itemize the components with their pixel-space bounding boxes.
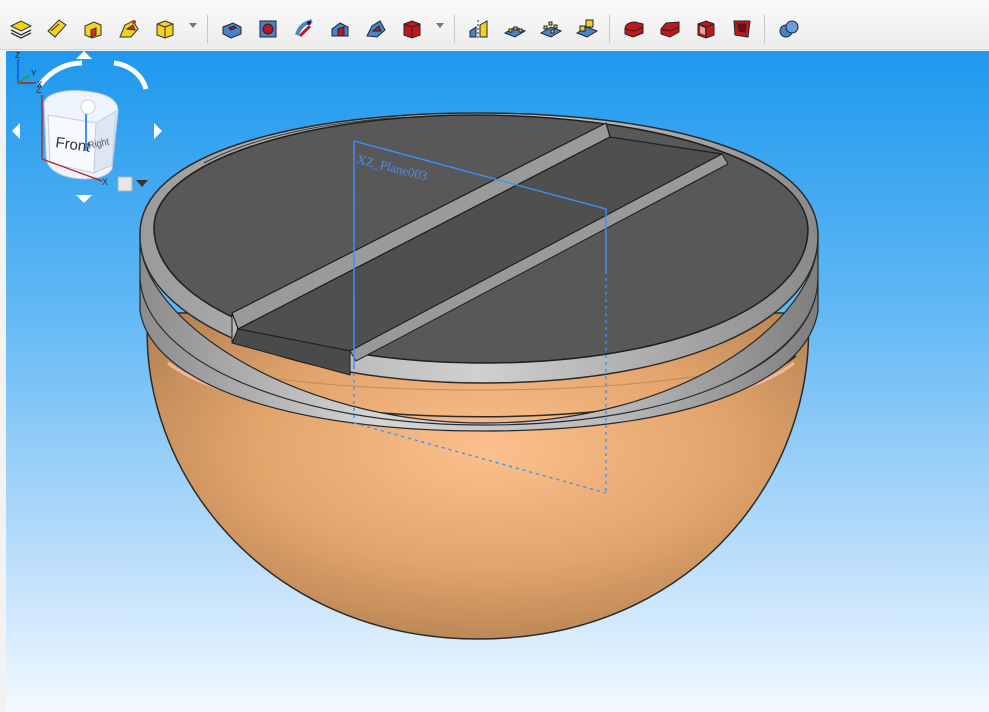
toolbar-separator bbox=[764, 15, 765, 43]
part-design-toolbar bbox=[0, 0, 989, 50]
linear-pattern-icon bbox=[503, 26, 527, 38]
chamfer-icon bbox=[660, 21, 680, 38]
pocket-icon bbox=[222, 22, 242, 39]
rotate-right-arrow[interactable] bbox=[113, 60, 149, 90]
polar-pattern-icon bbox=[539, 21, 563, 38]
cube-axis-x-label: X bbox=[102, 177, 108, 187]
fillet-tool[interactable] bbox=[620, 15, 648, 43]
rotate-left-arrow[interactable] bbox=[38, 60, 83, 87]
toolbar-separator bbox=[609, 15, 610, 43]
hole-icon bbox=[259, 20, 277, 38]
triad-x-label: X bbox=[37, 80, 43, 89]
revolve-feature-tool[interactable] bbox=[115, 15, 143, 43]
pad-feature-tool[interactable] bbox=[79, 15, 107, 43]
sketch-profile-tool[interactable] bbox=[43, 15, 71, 43]
triad-y-label: Y bbox=[31, 69, 37, 78]
additive-primitive-tool[interactable] bbox=[151, 15, 179, 43]
nav-down-arrow[interactable] bbox=[76, 195, 92, 203]
subtractive-loft-icon bbox=[331, 22, 349, 37]
profile-icon bbox=[47, 19, 67, 38]
multi-transform-tool[interactable] bbox=[573, 15, 601, 43]
toolbar-separator bbox=[207, 15, 208, 43]
multi-transform-icon bbox=[575, 19, 599, 38]
toolbar-separator bbox=[454, 15, 455, 43]
chamfer-tool[interactable] bbox=[656, 15, 684, 43]
draft-tool[interactable] bbox=[692, 15, 720, 43]
nav-right-arrow[interactable] bbox=[154, 123, 162, 139]
pad-icon bbox=[84, 21, 102, 39]
subtractive-cube-icon bbox=[403, 20, 421, 39]
layers-icon bbox=[9, 20, 33, 39]
hole-feature-tool[interactable] bbox=[254, 15, 282, 43]
subtractive-primitive-tool[interactable] bbox=[398, 15, 426, 43]
revolve-icon bbox=[119, 20, 139, 38]
subtractive-pipe-tool[interactable] bbox=[362, 15, 390, 43]
nav-up-arrow[interactable] bbox=[76, 51, 92, 59]
polar-pattern-tool[interactable] bbox=[537, 15, 565, 43]
nav-left-arrow[interactable] bbox=[12, 123, 20, 139]
mirror-icon bbox=[469, 20, 488, 39]
boolean-icon bbox=[779, 20, 799, 38]
cube-primitive-icon bbox=[156, 20, 174, 39]
groove-icon bbox=[295, 19, 313, 38]
sketch-layer-tool[interactable] bbox=[7, 15, 35, 43]
pocket-feature-tool[interactable] bbox=[218, 15, 246, 43]
mirrored-feature-tool[interactable] bbox=[465, 15, 493, 43]
subtractive-primitive-dropdown-arrow[interactable] bbox=[436, 23, 444, 28]
thickness-tool[interactable] bbox=[728, 15, 756, 43]
boolean-tool[interactable] bbox=[775, 15, 803, 43]
subtractive-pipe-icon bbox=[366, 20, 386, 38]
axis-triad: Z Y X bbox=[15, 51, 43, 89]
primitive-dropdown-arrow[interactable] bbox=[189, 23, 197, 28]
thickness-icon bbox=[733, 20, 751, 38]
subtractive-loft-tool[interactable] bbox=[326, 15, 354, 43]
triad-z-label: Z bbox=[15, 51, 20, 60]
view-menu-button[interactable] bbox=[117, 176, 148, 192]
chevron-down-icon bbox=[136, 180, 148, 187]
linear-pattern-tool[interactable] bbox=[501, 15, 529, 43]
draft-icon bbox=[697, 20, 715, 39]
groove-feature-tool[interactable] bbox=[290, 15, 318, 43]
fillet-icon bbox=[624, 21, 644, 38]
3d-viewport[interactable]: XZ_Plane003 Front Right Z X Z Y X bbox=[6, 51, 989, 712]
